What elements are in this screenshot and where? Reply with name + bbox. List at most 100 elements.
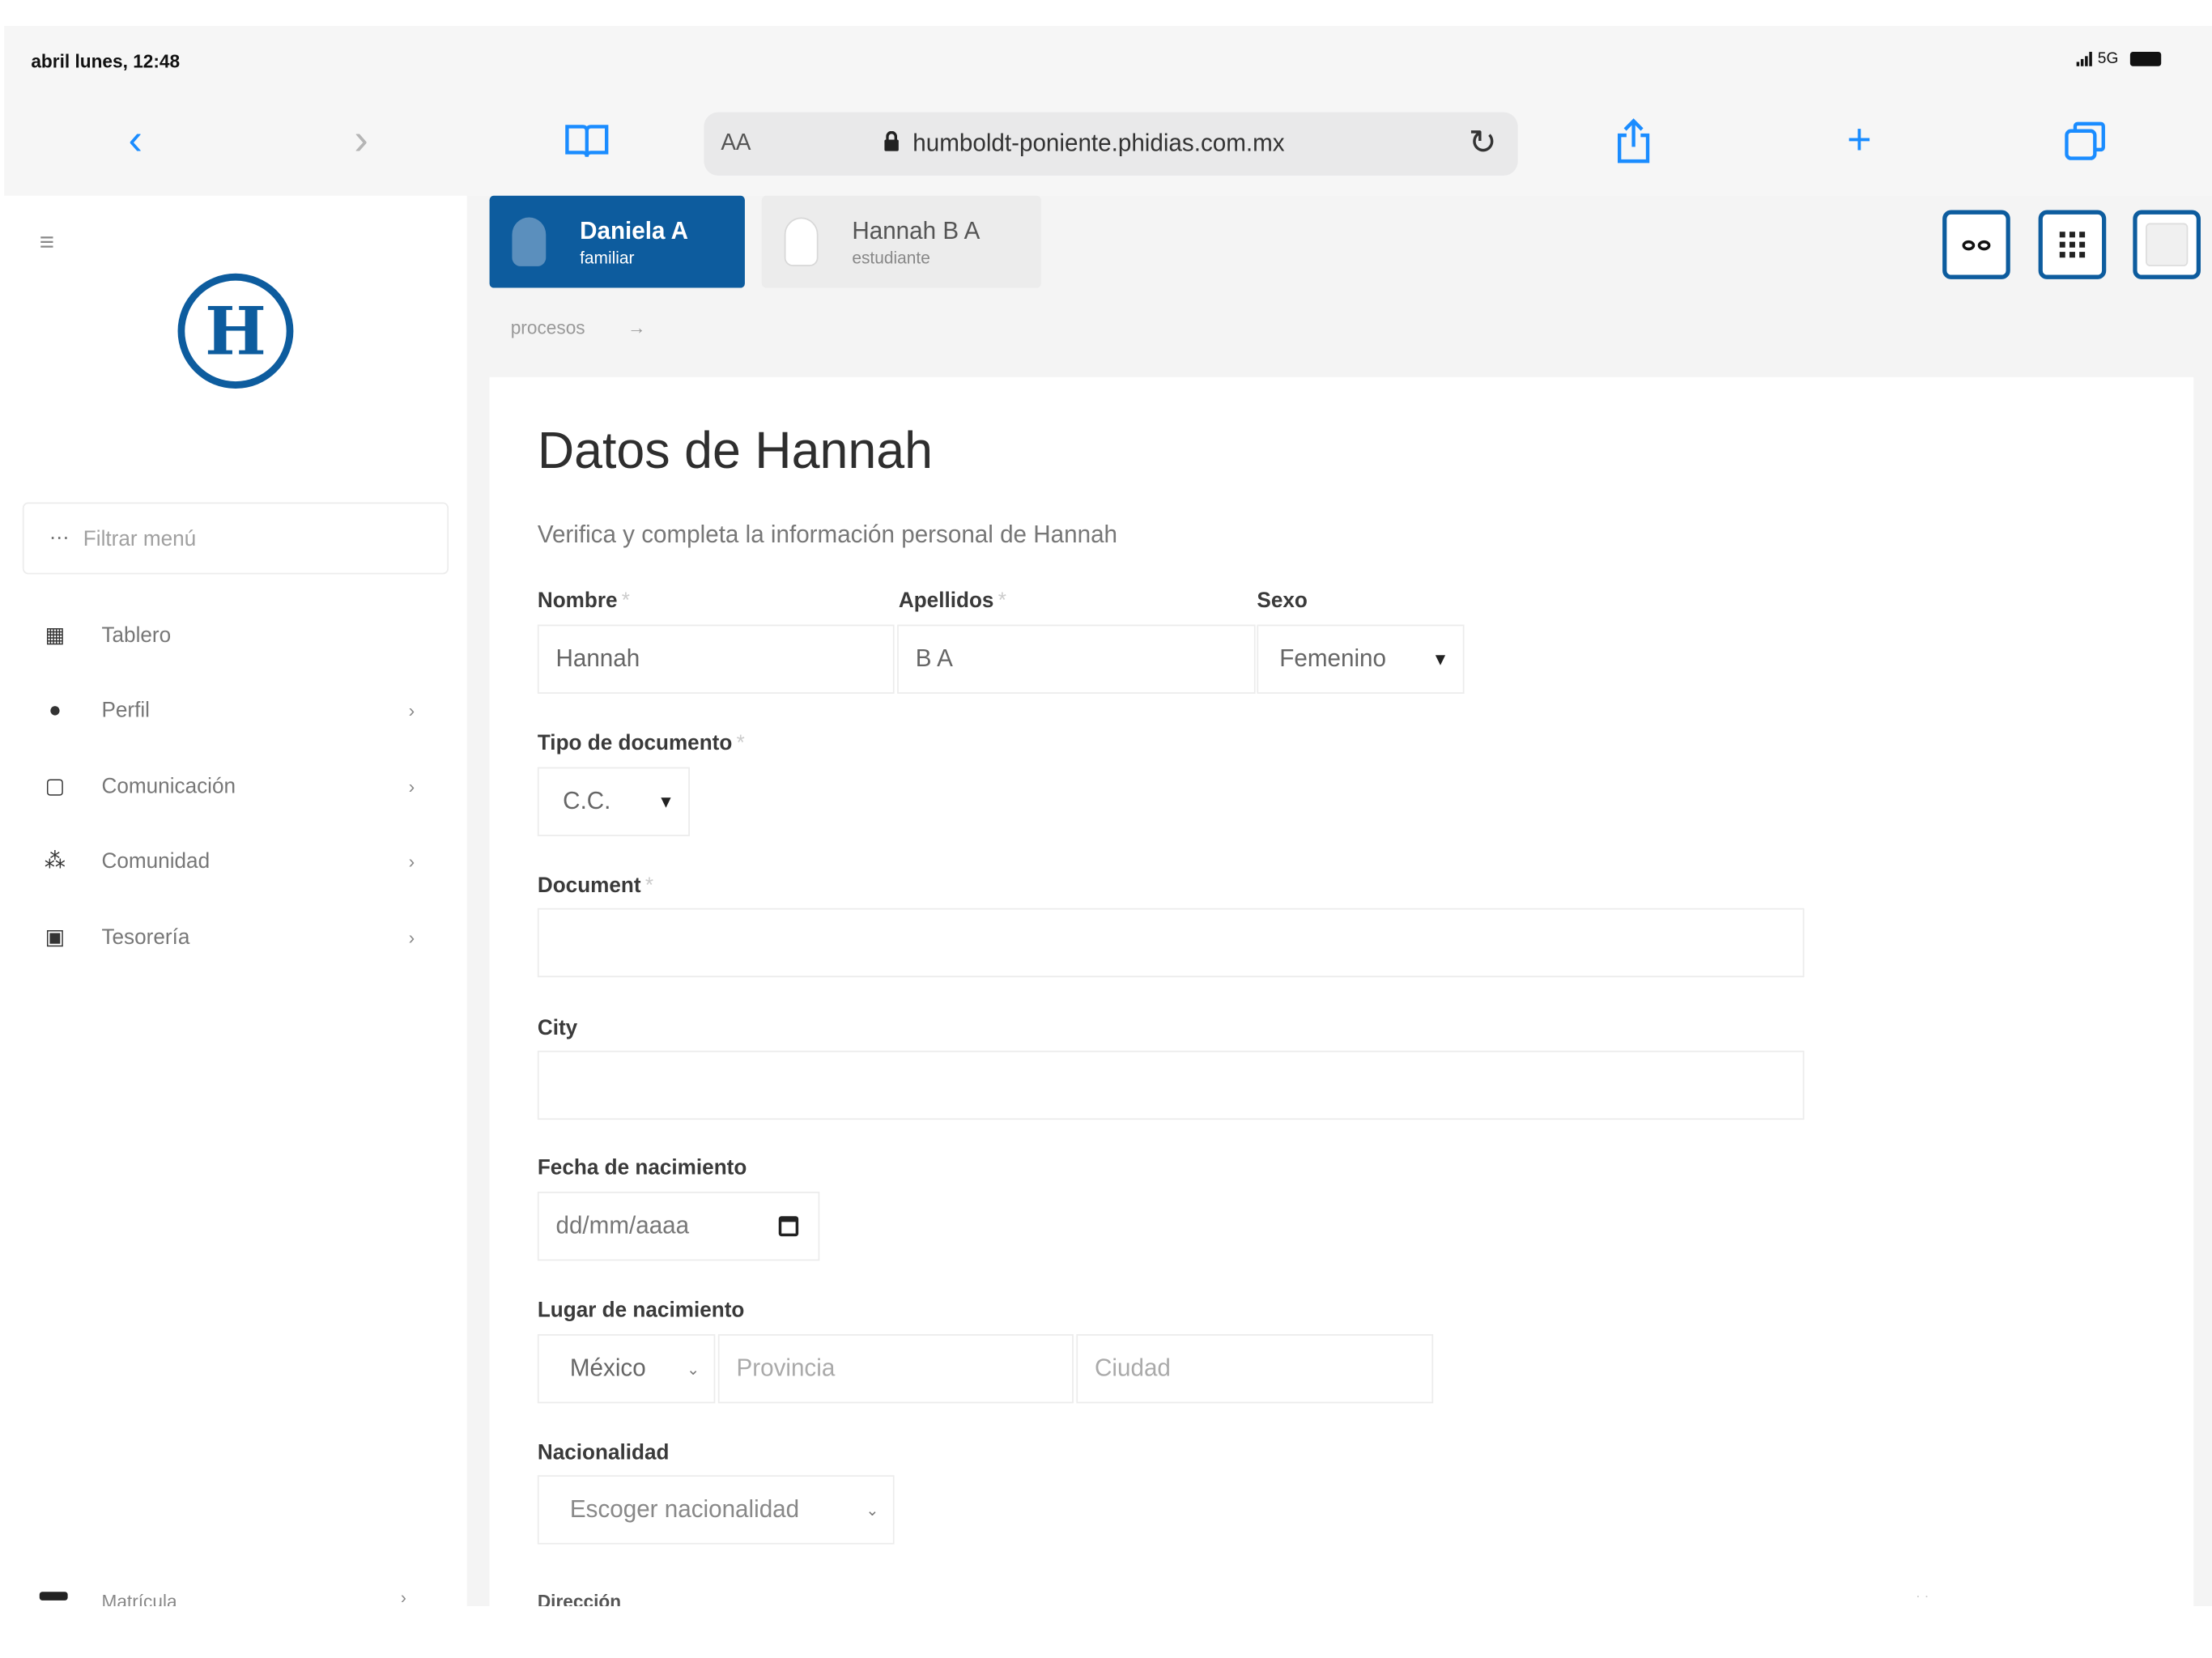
fecha-nacimiento-label: Fecha de nacimiento [537, 1155, 747, 1180]
document-field[interactable] [537, 908, 1805, 978]
nombre-label: Nombre * [538, 589, 630, 613]
sidebar-item-comunicacion[interactable]: ▢ Comunicación › [36, 760, 432, 812]
forward-icon[interactable]: › [336, 115, 387, 167]
sidebar-item-label: Perfil [101, 697, 151, 722]
filter-icon: ⋯ [49, 525, 70, 549]
city-field[interactable] [537, 1050, 1805, 1120]
tipo-documento-value: C.C. [563, 787, 611, 815]
plus-icon[interactable]: + [1834, 115, 1885, 167]
document-input[interactable] [538, 909, 1803, 976]
graduation-icon [39, 1592, 68, 1601]
nacionalidad-select[interactable]: Escoger nacionalidad ⌄ [537, 1475, 895, 1545]
chevron-down-icon: ▼ [657, 791, 674, 812]
chevron-down-icon: ⌄ [866, 1502, 879, 1520]
nacionalidad-label: Nacionalidad [537, 1440, 670, 1465]
lock-icon [884, 130, 899, 151]
sexo-select[interactable]: Femenino ▼ [1257, 624, 1465, 694]
user-icon: ● [49, 697, 62, 722]
sidebar-item-label: Comunidad [101, 848, 211, 874]
share-icon-svg [1617, 118, 1650, 164]
breadcrumb: procesos → [511, 317, 646, 338]
reload-icon[interactable]: ↻ [1469, 122, 1497, 164]
menu-collapse-icon[interactable]: ≡ [40, 227, 54, 257]
avatar [512, 217, 547, 266]
nacionalidad-placeholder: Escoger nacionalidad [569, 1495, 800, 1523]
document-label-text: Document [537, 874, 641, 899]
direccion-label: Dirección [537, 1590, 622, 1607]
sexo-label: Sexo [1257, 589, 1308, 614]
dashboard-icon: ▦ [45, 623, 66, 648]
profile-tab-hannah[interactable]: Hannah B A estudiante [761, 195, 1041, 288]
profile-tab-text: Hannah B A estudiante [852, 217, 980, 267]
url-text[interactable]: humboldt-poniente.phidias.com.mx [912, 130, 1284, 159]
chevron-right-icon: › [408, 926, 415, 948]
city-input[interactable] [538, 1052, 1803, 1119]
profile-tab-text: Daniela A familiar [580, 217, 688, 267]
provincia-input[interactable] [719, 1335, 1073, 1402]
status-time: abril lunes, 12:48 [31, 50, 181, 72]
sidebar-item-comunidad[interactable]: ⁂ Comunidad › [36, 835, 432, 886]
sidebar-item-label: Tesorería [101, 925, 190, 950]
profile-role: familiar [580, 246, 635, 267]
battery-icon [2129, 52, 2161, 66]
sidebar-item-tesoreria[interactable]: ▣ Tesorería › [36, 911, 432, 963]
user-avatar-button[interactable] [2133, 210, 2201, 279]
tabs-icon-svg [2065, 121, 2105, 160]
sidebar-item-label: Matrícula [101, 1590, 177, 1607]
filter-menu-field[interactable]: ⋯ [22, 502, 449, 575]
page-subtitle: Verifica y completa la información perso… [537, 521, 1118, 549]
breadcrumb-item[interactable]: procesos [511, 317, 585, 338]
text-size-button[interactable]: AA [721, 131, 751, 157]
glasses-icon [1962, 240, 1991, 250]
inbox-icon: ▢ [45, 774, 66, 799]
form-card [489, 376, 2194, 1607]
sidebar-item-matricula[interactable]: Matrícula › [36, 1586, 432, 1606]
fecha-nacimiento-field[interactable]: dd/mm/aaaa [537, 1192, 820, 1261]
sidebar-item-perfil[interactable]: ● Perfil › [36, 683, 432, 735]
sidebar-item-label: Comunicación [101, 773, 236, 798]
apps-grid-button[interactable] [2038, 210, 2107, 279]
share-icon[interactable] [1608, 115, 1659, 167]
back-icon[interactable]: ‹ [110, 115, 161, 167]
pais-select[interactable]: México ⌄ [537, 1334, 716, 1404]
calendar-icon[interactable] [778, 1216, 799, 1237]
chevron-down-icon: ⌄ [687, 1360, 700, 1379]
provincia-field[interactable] [717, 1334, 1074, 1404]
profile-name: Hannah B A [852, 216, 981, 244]
book-icon[interactable] [561, 115, 612, 167]
book-icon-svg [565, 125, 609, 157]
required-mark: * [998, 589, 1006, 614]
avatar-icon [2146, 223, 2189, 266]
required-mark: * [644, 874, 654, 899]
lugar-nacimiento-label: Lugar de nacimiento [537, 1298, 745, 1323]
status-indicators: 5G [2076, 50, 2161, 68]
apellidos-field[interactable] [897, 624, 1256, 694]
chevron-down-icon: ▼ [1431, 648, 1449, 670]
chevron-right-icon: › [408, 775, 415, 797]
sidebar-item-tablero[interactable]: ▦ Tablero [36, 609, 432, 661]
document-label: Document * [538, 874, 653, 898]
school-logo[interactable]: H [177, 273, 294, 389]
signal-icon [2076, 52, 2092, 66]
tipo-documento-label: Tipo de documento * [538, 731, 745, 755]
scroll-indicator: · · [1916, 1588, 1929, 1605]
nombre-input[interactable] [538, 626, 893, 693]
profile-tab-daniela[interactable]: Daniela A familiar [489, 195, 745, 288]
breadcrumb-arrow: → [627, 317, 646, 338]
ciudad-field[interactable] [1076, 1334, 1434, 1404]
chevron-right-icon: › [408, 849, 415, 872]
apellidos-input[interactable] [898, 626, 1254, 693]
nombre-label-text: Nombre [537, 589, 618, 614]
apellidos-label: Apellidos * [899, 589, 1006, 613]
profile-role: estudiante [852, 246, 930, 267]
fecha-nacimiento-placeholder: dd/mm/aaaa [555, 1211, 690, 1239]
ciudad-input[interactable] [1078, 1335, 1432, 1402]
ipad-screen: abril lunes, 12:48 5G ‹ › AA humboldt-po… [0, 0, 2212, 1658]
filter-menu-input[interactable] [83, 521, 422, 556]
tipo-documento-select[interactable]: C.C. ▼ [537, 767, 690, 836]
money-icon: ▣ [45, 925, 66, 950]
glasses-button[interactable] [1942, 210, 2010, 279]
tabs-icon[interactable] [2060, 115, 2111, 167]
nombre-field[interactable] [537, 624, 895, 694]
address-bar[interactable]: AA humboldt-poniente.phidias.com.mx ↻ [704, 112, 1518, 176]
